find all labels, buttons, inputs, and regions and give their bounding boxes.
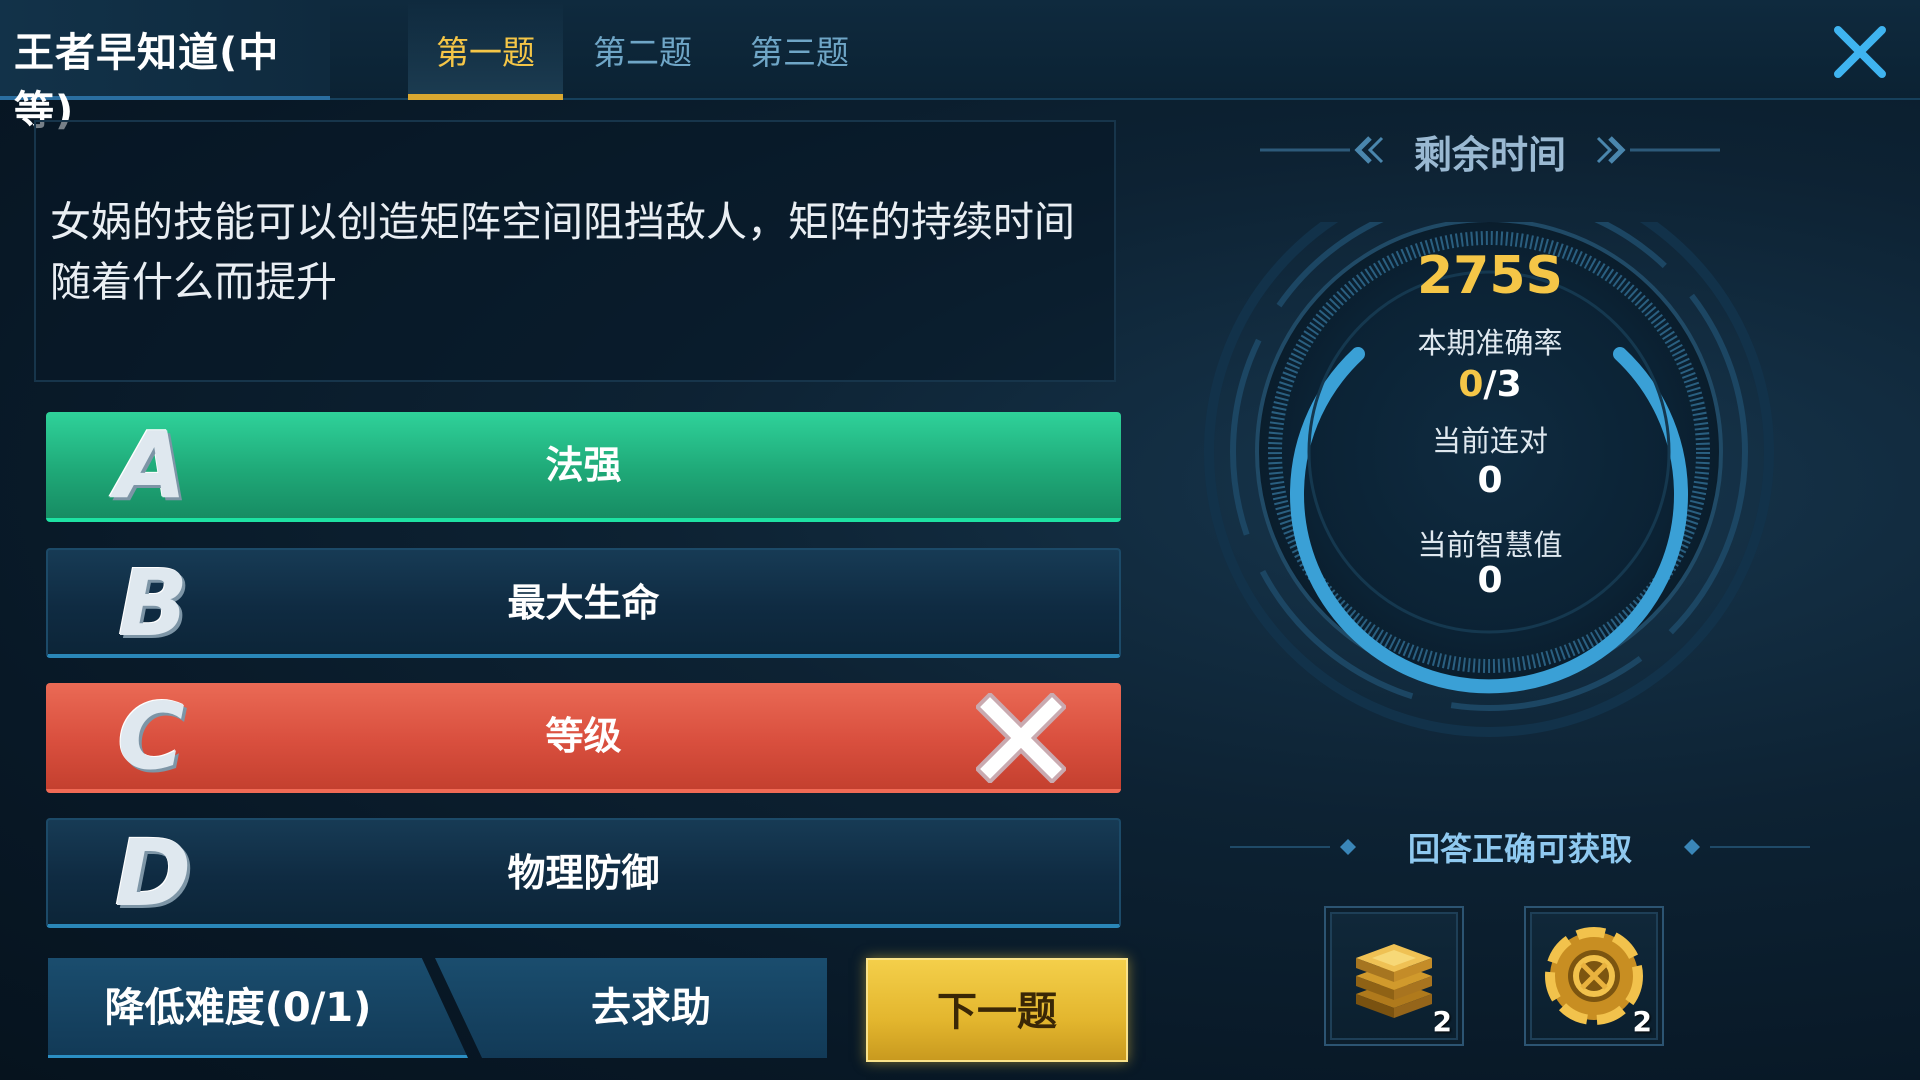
title-box: 王者早知道(中等) (0, 0, 330, 134)
timer-header: 剩余时间 (1250, 118, 1730, 182)
wisdom-value: 0 (1477, 560, 1503, 601)
timer-title: 剩余时间 (1413, 133, 1566, 177)
option-label: 物理防御 (507, 851, 660, 895)
option-a[interactable]: A 法强 (46, 412, 1121, 522)
accuracy-total: /3 (1483, 364, 1522, 405)
close-icon[interactable] (1830, 22, 1890, 82)
button-label: 降低难度(0/1) (104, 985, 372, 1031)
accuracy-correct: 0 (1458, 364, 1484, 405)
quiz-screen: 王者早知道(中等) 第一题 第二题 第三题 女娲的技能可以创造矩阵空间阻挡敌人，… (0, 0, 1920, 1080)
reward-title: 回答正确可获取 (1407, 830, 1632, 868)
streak-value: 0 (1477, 460, 1503, 501)
reward-item-gold: 2 (1324, 906, 1464, 1046)
wrong-x-icon (974, 691, 1068, 785)
timer-dial (1198, 167, 1780, 804)
option-label: 法强 (545, 443, 622, 487)
accuracy-label: 本期准确率 (1417, 326, 1563, 360)
option-d[interactable]: D 物理防御 (46, 818, 1121, 928)
button-label: 去求助 (591, 985, 711, 1031)
tab-question-2[interactable]: 第二题 (565, 26, 720, 100)
streak-label: 当前连对 (1431, 424, 1548, 458)
question-panel: 女娲的技能可以创造矩阵空间阻挡敌人，矩阵的持续时间随着什么而提升 (34, 120, 1116, 382)
option-label: 等级 (545, 714, 622, 758)
tab-label: 第二题 (593, 33, 692, 72)
option-c[interactable]: C 等级 (46, 683, 1121, 793)
tab-label: 第三题 (750, 33, 849, 72)
option-b[interactable]: B 最大生命 (46, 548, 1121, 658)
reward-count: 2 (1432, 1005, 1452, 1038)
tab-question-1[interactable]: 第一题 (408, 0, 563, 100)
quiz-title: 王者早知道(中等) (14, 30, 280, 134)
reward-count: 2 (1632, 1005, 1652, 1038)
wisdom-label: 当前智慧值 (1417, 528, 1563, 562)
ask-help-button[interactable]: 去求助 (435, 958, 827, 1058)
timer-value: 275S (1417, 246, 1563, 306)
option-label: 最大生命 (507, 581, 660, 625)
reward-header: 回答正确可获取 (1230, 822, 1810, 872)
header-bar: 王者早知道(中等) 第一题 第二题 第三题 (0, 0, 1920, 134)
tab-question-3[interactable]: 第三题 (722, 26, 877, 100)
accuracy-value: 0/3 (1340, 364, 1640, 405)
question-text: 女娲的技能可以创造矩阵空间阻挡敌人，矩阵的持续时间随着什么而提升 (50, 198, 1075, 306)
button-label: 下一题 (937, 989, 1057, 1035)
reduce-difficulty-button[interactable]: 降低难度(0/1) (48, 958, 468, 1058)
reward-item-gear: 2 (1524, 906, 1664, 1046)
tab-label: 第一题 (436, 33, 535, 72)
next-question-button[interactable]: 下一题 (866, 958, 1128, 1062)
